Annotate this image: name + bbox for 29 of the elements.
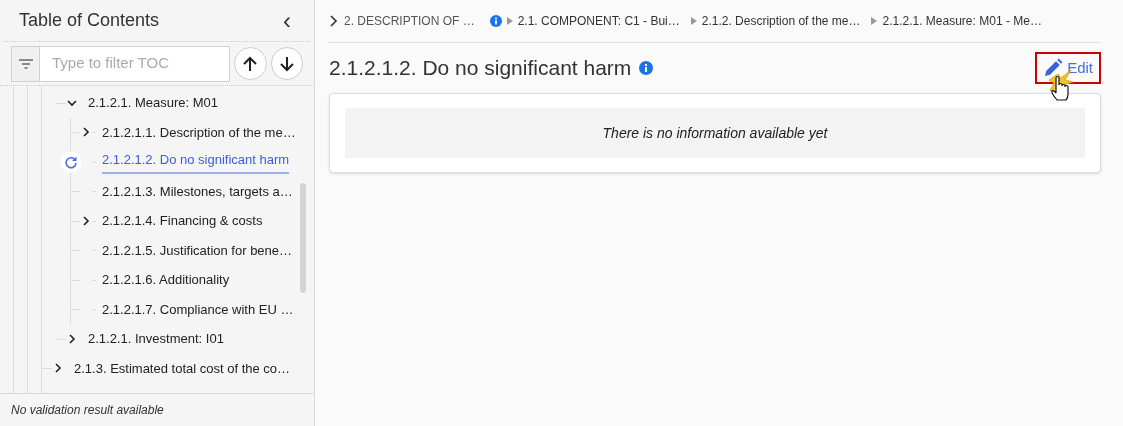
down-arrow-button[interactable] bbox=[270, 47, 303, 80]
chevron-right-icon[interactable] bbox=[67, 333, 77, 344]
filter-icon bbox=[18, 58, 33, 69]
breadcrumb-link[interactable]: 2.1. COMPONENT: C1 - Bui… bbox=[517, 12, 680, 30]
chevron-right-icon[interactable] bbox=[81, 215, 91, 226]
triangle-separator-icon bbox=[506, 17, 513, 25]
scrollbar-thumb[interactable] bbox=[300, 183, 306, 293]
chevron-right-icon bbox=[329, 15, 339, 27]
pencil-icon bbox=[1043, 58, 1064, 78]
filter-field[interactable]: Type to filter TOC bbox=[11, 45, 231, 82]
info-icon bbox=[639, 61, 654, 75]
down-arrow-icon bbox=[279, 55, 294, 72]
collapse-button[interactable]: ‹ bbox=[279, 8, 295, 33]
breadcrumb-link[interactable]: 2.1.2.1. Measure: M01 - Me… bbox=[882, 12, 1042, 30]
validation-status: No validation result available bbox=[11, 402, 164, 419]
triangle-separator-icon bbox=[871, 17, 878, 25]
up-arrow-button[interactable] bbox=[234, 47, 267, 80]
breadcrumb-link[interactable]: 2.1.2. Description of the me… bbox=[701, 12, 861, 30]
breadcrumb-link[interactable]: 2. DESCRIPTION OF … bbox=[344, 12, 475, 30]
chevron-right-icon[interactable] bbox=[81, 127, 91, 138]
chevron-right-icon[interactable] bbox=[53, 363, 63, 374]
up-arrow-icon bbox=[243, 55, 258, 72]
sidebar-title: Table of Contents bbox=[19, 9, 160, 32]
info-icon bbox=[489, 15, 502, 27]
section-title: 2.1.2.1.2. Do no significant harm bbox=[329, 55, 632, 82]
empty-message: There is no information available yet bbox=[602, 123, 828, 143]
filter-input[interactable]: Type to filter TOC bbox=[52, 52, 222, 75]
chevron-down-icon[interactable] bbox=[67, 97, 77, 108]
triangle-separator-icon bbox=[690, 17, 697, 25]
